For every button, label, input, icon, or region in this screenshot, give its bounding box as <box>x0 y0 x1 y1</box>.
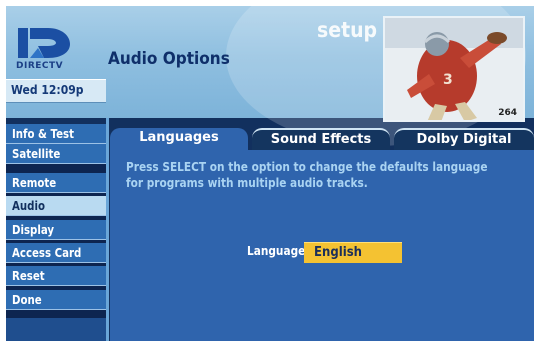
tab-bar: Languages Sound Effects Dolby Digital <box>110 128 534 150</box>
svg-text:3: 3 <box>443 72 453 88</box>
sidebar-item-display[interactable]: Display <box>6 220 106 240</box>
sidebar-item-satellite[interactable]: Satellite <box>6 144 106 164</box>
tab-languages[interactable]: Languages <box>110 128 248 150</box>
language-label: Language: <box>247 244 310 258</box>
language-value: English <box>314 245 363 260</box>
sidebar-divider <box>106 118 109 341</box>
tab-label: Sound Effects <box>270 132 372 147</box>
page-title: Audio Options <box>108 49 230 69</box>
sidebar-item-label: Info & Test <box>12 127 74 141</box>
sidebar-item-label: Display <box>12 223 55 237</box>
sidebar-item-label: Satellite <box>12 147 61 161</box>
sidebar-item-reset[interactable]: Reset <box>6 266 106 286</box>
setup-screen: DIRECTV Audio Options setup Wed 12:09p 3… <box>6 6 534 341</box>
sidebar-item-done[interactable]: Done <box>6 290 106 310</box>
languages-panel: Press SELECT on the option to change the… <box>110 150 534 341</box>
football-player-image: 3 <box>385 18 523 120</box>
section-label: setup <box>317 18 378 42</box>
tab-dolby-digital[interactable]: Dolby Digital <box>394 128 534 150</box>
sidebar-item-label: Access Card <box>12 246 82 260</box>
sidebar-item-label: Remote <box>12 176 57 190</box>
language-select[interactable]: English <box>304 242 402 263</box>
logo-text: DIRECTV <box>16 61 64 71</box>
sidebar-item-label: Done <box>12 293 42 307</box>
sidebar-item-info-test[interactable]: Info & Test <box>6 124 106 144</box>
sidebar-item-remote[interactable]: Remote <box>6 173 106 193</box>
date-time: Wed 12:09p <box>11 83 84 97</box>
tab-sound-effects[interactable]: Sound Effects <box>252 128 390 150</box>
tab-label: Languages <box>139 130 219 145</box>
tab-label: Dolby Digital <box>416 132 512 147</box>
header: DIRECTV Audio Options setup Wed 12:09p 3… <box>6 6 534 146</box>
video-preview: 3 264 <box>383 16 525 122</box>
sidebar-item-label: Audio <box>12 199 45 213</box>
channel-number: 264 <box>498 108 517 118</box>
sidebar-item-access-card[interactable]: Access Card <box>6 243 106 263</box>
sidebar-item-audio[interactable]: Audio <box>6 196 106 216</box>
instructions-text: Press SELECT on the option to change the… <box>126 160 488 190</box>
sidebar-filler <box>6 318 106 341</box>
sidebar-menu: Info & Test Satellite Remote Audio Displ… <box>6 124 106 341</box>
sidebar-item-label: Reset <box>12 269 45 283</box>
date-time-bar: Wed 12:09p <box>6 79 106 103</box>
